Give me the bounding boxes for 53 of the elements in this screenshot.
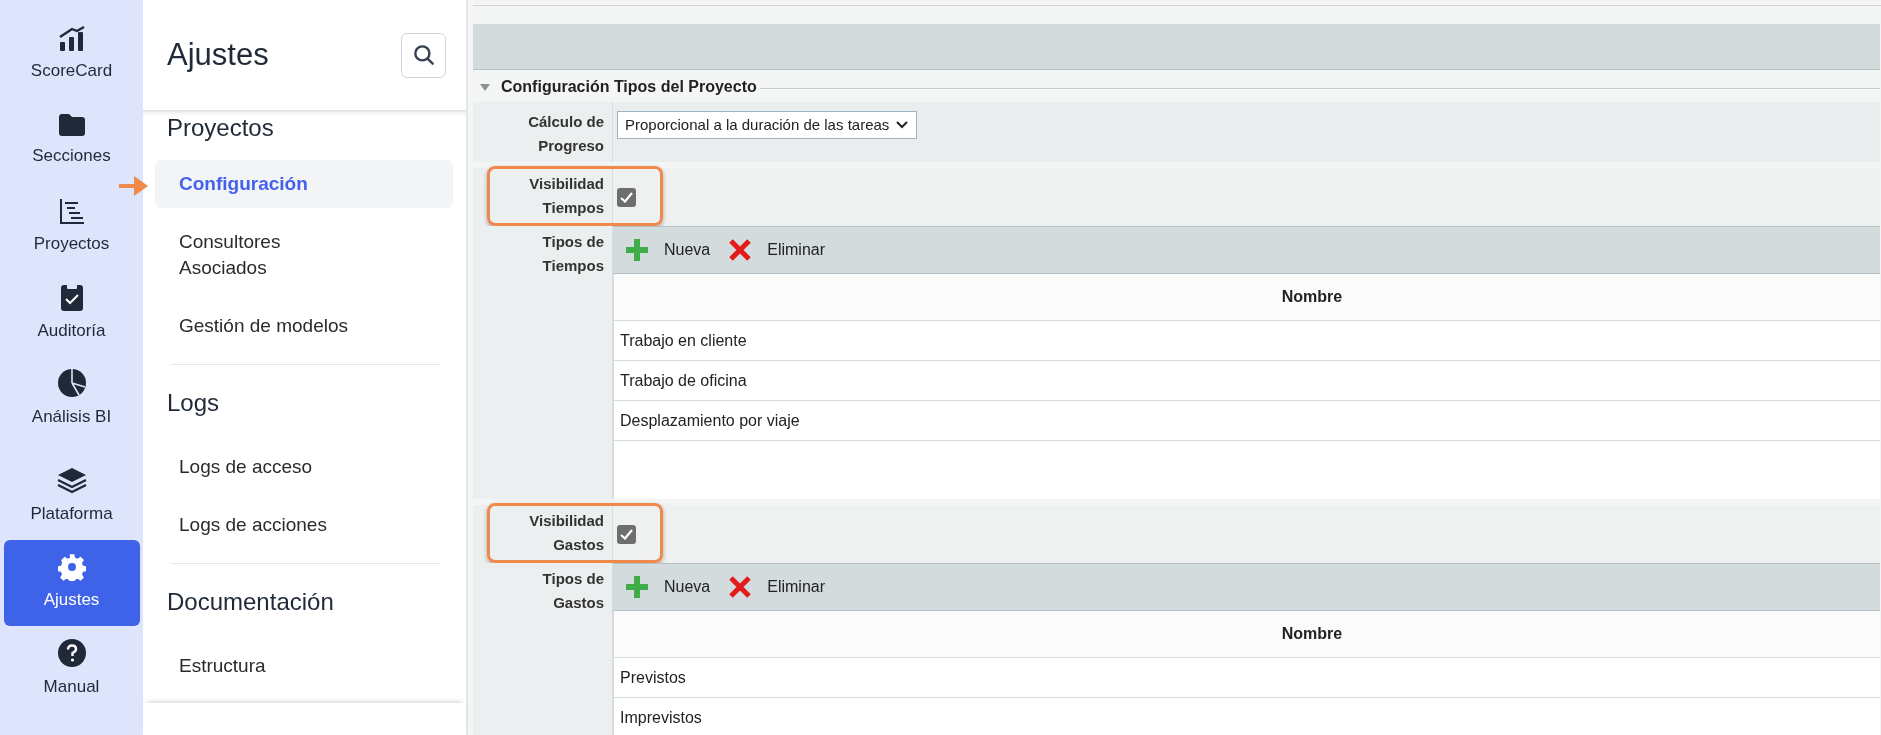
search-button[interactable]	[401, 32, 446, 78]
pie-chart-icon	[56, 368, 87, 399]
section-heading: Logs	[166, 388, 221, 418]
nav-item[interactable]: Proyectos	[3, 184, 140, 270]
table-cell: Trabajo de oficina	[614, 361, 1880, 401]
collapse-triangle-icon[interactable]	[479, 82, 491, 92]
help-icon	[56, 638, 87, 669]
delete-button[interactable]: Eliminar	[728, 238, 826, 262]
section-title: Configuración Tipos del Proyecto	[501, 77, 757, 97]
table-cell: Imprevistos	[614, 698, 1880, 735]
settings-link[interactable]: Estructura	[155, 642, 453, 690]
column-header: Nombre	[614, 611, 1880, 658]
table-cell: Previstos	[614, 658, 1880, 698]
close-icon	[728, 238, 753, 262]
settings-link[interactable]: Consultores Asociados	[155, 218, 453, 292]
gear-icon	[57, 553, 86, 582]
checkbox[interactable]	[617, 524, 636, 544]
table-cell: Desplazamiento por viaje	[614, 401, 1880, 441]
bar-chart-icon	[57, 26, 86, 53]
folder-icon	[57, 113, 86, 138]
field-label: Tipos de Gastos	[541, 569, 604, 613]
chevron-down-icon	[895, 120, 910, 130]
field-label: Visibilidad Tiempos	[528, 174, 604, 218]
field-label: Visibilidad Gastos	[528, 511, 604, 555]
column-header: Nombre	[614, 274, 1880, 321]
new-button[interactable]: Nueva	[625, 575, 711, 599]
plus-icon	[625, 575, 649, 599]
nav-item[interactable]: Auditoría	[3, 270, 140, 356]
section-heading: Proyectos	[166, 113, 275, 143]
settings-link[interactable]: Logs de acceso	[155, 443, 453, 491]
plus-icon	[625, 238, 649, 262]
gantt-icon	[57, 197, 86, 226]
nav-item[interactable]: Secciones	[3, 98, 140, 184]
panel-title: Ajustes	[167, 35, 269, 74]
nav-item[interactable]: Plataforma	[3, 454, 140, 540]
close-icon	[728, 575, 753, 599]
section-heading: Documentación	[166, 587, 335, 617]
nav-item[interactable]: ScoreCard	[3, 12, 140, 98]
clipboard-check-icon	[59, 282, 84, 313]
settings-link[interactable]: Logs de acciones	[155, 501, 453, 549]
nav-item[interactable]: Manual	[3, 626, 140, 712]
delete-button[interactable]: Eliminar	[728, 575, 826, 599]
field-label: Cálculo de Progreso	[527, 112, 604, 156]
settings-link[interactable]: Configuración	[155, 160, 453, 208]
layers-icon	[56, 467, 87, 496]
table-cell: Trabajo en cliente	[614, 321, 1880, 361]
settings-link[interactable]: Gestión de modelos	[155, 302, 453, 350]
nav-item[interactable]: Análisis BI	[3, 356, 140, 442]
progress-select[interactable]: Proporcional a la duración de las tareas	[617, 111, 918, 139]
nav-item[interactable]: Ajustes	[3, 540, 140, 626]
new-button[interactable]: Nueva	[625, 238, 711, 262]
checkbox[interactable]	[617, 187, 636, 207]
field-label: Tipos de Tiempos	[541, 232, 604, 276]
